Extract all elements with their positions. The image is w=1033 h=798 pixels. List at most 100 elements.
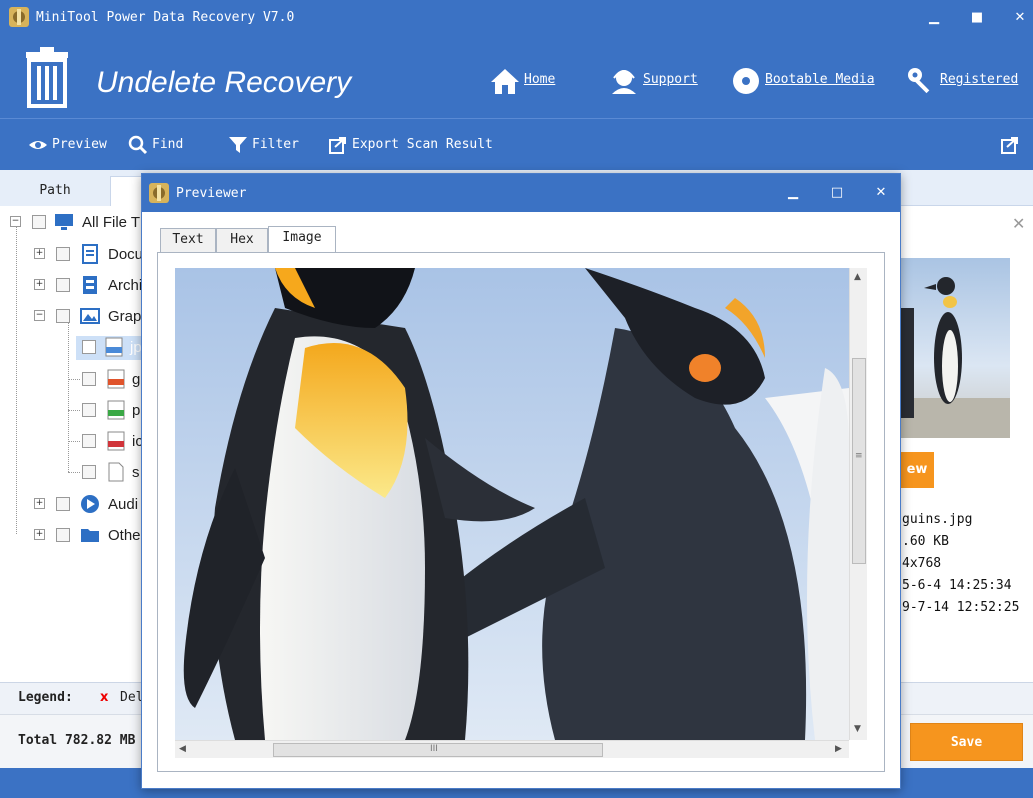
export-icon	[329, 137, 346, 154]
tree-checkbox[interactable]	[82, 372, 96, 386]
vertical-scrollbar[interactable]: ▲ ≡ ▼	[849, 268, 867, 740]
previewer-maximize-button[interactable]: □	[826, 182, 848, 204]
hscroll-grip: III	[430, 744, 438, 754]
filter-label[interactable]: Filter	[252, 137, 299, 152]
file-name-value: guins.jpg	[902, 512, 973, 527]
vertical-scroll-thumb[interactable]: ≡	[852, 358, 866, 564]
jpeg-file-icon	[105, 337, 123, 357]
tree-item-gif[interactable]: g	[80, 368, 145, 390]
png-file-icon	[107, 400, 125, 420]
preview-image	[175, 268, 849, 740]
tree-item-label: g	[132, 371, 141, 388]
expand-toggle[interactable]: +	[34, 498, 45, 509]
tree-checkbox[interactable]	[82, 434, 96, 448]
file-type-tree: − All File T + Docu + Archi − Grap jp g …	[0, 206, 145, 682]
scroll-right-arrow-icon[interactable]: ▶	[835, 744, 842, 754]
disc-icon	[733, 68, 759, 94]
tree-item-other[interactable]: + Othe	[34, 524, 145, 546]
scroll-grip: ≡	[855, 451, 863, 461]
tree-item-label: Othe	[108, 527, 141, 544]
previewer-title: Previewer	[176, 186, 247, 201]
maximize-button[interactable]: ■	[965, 6, 989, 30]
tree-checkbox[interactable]	[56, 309, 70, 323]
module-title: Undelete Recovery	[96, 66, 352, 99]
tab-image[interactable]: Image	[268, 226, 336, 252]
save-button[interactable]: Save	[910, 723, 1023, 761]
key-icon	[908, 68, 930, 94]
tree-item-jpg[interactable]: jp	[76, 336, 145, 360]
tree-checkbox[interactable]	[32, 215, 46, 229]
scroll-down-arrow-icon[interactable]: ▼	[854, 724, 861, 734]
preview-button-partial[interactable]: ew	[900, 452, 934, 488]
expand-toggle[interactable]: +	[34, 248, 45, 259]
modified-time-value: 9-7-14 12:52:25	[902, 600, 1020, 615]
tab-hex[interactable]: Hex	[216, 228, 268, 252]
previewer-close-button[interactable]: ✕	[870, 182, 892, 204]
tree-item-documents[interactable]: + Docu	[34, 243, 145, 265]
tree-item-label: Archi	[108, 277, 143, 294]
close-button[interactable]: ✕	[1008, 6, 1032, 30]
penguins-image	[175, 268, 849, 740]
tree-item-archives[interactable]: + Archi	[34, 274, 145, 296]
tree-root-label: All File T	[82, 214, 141, 231]
tree-item-label: Docu	[108, 246, 144, 263]
tree-checkbox[interactable]	[82, 403, 96, 417]
archive-icon	[83, 276, 97, 294]
minimize-button[interactable]: ▁	[922, 6, 946, 30]
export-label[interactable]: Export Scan Result	[352, 137, 493, 152]
tree-item-label: p	[132, 402, 141, 419]
tree-checkbox[interactable]	[56, 497, 70, 511]
preview-label[interactable]: Preview	[52, 137, 107, 152]
expand-toggle[interactable]: +	[34, 279, 45, 290]
nav-home-label[interactable]: Home	[524, 72, 555, 87]
gif-file-icon	[107, 369, 125, 389]
search-icon	[128, 135, 148, 155]
tree-item-audio[interactable]: + Audi	[34, 493, 145, 515]
expand-toggle[interactable]: +	[34, 529, 45, 540]
share-icon[interactable]	[1000, 135, 1020, 155]
file-info-panel: ✕ ew guins.jpg .60 KB 4x768 5-6-4 14:25:…	[900, 206, 1033, 682]
blank-file-icon	[108, 462, 124, 482]
legend-title: Legend:	[18, 690, 73, 705]
horizontal-scrollbar[interactable]: ◀ III ▶	[175, 740, 849, 758]
find-label[interactable]: Find	[152, 137, 183, 152]
collapse-toggle[interactable]: −	[34, 310, 45, 321]
tree-checkbox[interactable]	[82, 465, 96, 479]
collapse-toggle[interactable]: −	[10, 216, 21, 227]
title-bar: MiniTool Power Data Recovery V7.0 ▁ ■ ✕	[0, 0, 1033, 36]
trash-icon	[26, 47, 68, 108]
tree-item-other-graphics[interactable]: s	[80, 461, 145, 483]
support-icon	[612, 70, 636, 94]
graphics-icon	[80, 308, 100, 324]
toolbar: Preview Find Filter Export Scan Result	[0, 118, 1033, 170]
nav-bootable-media-label[interactable]: Bootable Media	[765, 72, 875, 87]
scroll-up-arrow-icon[interactable]: ▲	[854, 272, 861, 282]
app-logo-icon	[9, 7, 29, 27]
tree-item-graphics[interactable]: − Grap	[34, 305, 145, 327]
file-size-value: .60 KB	[902, 534, 949, 549]
tree-checkbox[interactable]	[56, 247, 70, 261]
tab-text[interactable]: Text	[160, 228, 216, 252]
tree-root[interactable]: − All File T	[10, 211, 145, 233]
tree-checkbox[interactable]	[56, 528, 70, 542]
tree-item-label: Audi	[108, 496, 139, 513]
legend-deleted-label: Del	[120, 690, 144, 705]
preview-content-area: ▲ ≡ ▼ ◀ III ▶	[157, 252, 885, 772]
nav-support-label[interactable]: Support	[643, 72, 698, 87]
scroll-left-arrow-icon[interactable]: ◀	[179, 744, 186, 754]
tab-path[interactable]: Path	[0, 176, 110, 206]
horizontal-scroll-thumb[interactable]: III	[273, 743, 603, 757]
tree-checkbox[interactable]	[82, 340, 96, 354]
dimensions-value: 4x768	[902, 556, 942, 571]
previewer-title-bar: Previewer ▁ □ ✕	[142, 174, 900, 212]
nav-registered-label[interactable]: Registered	[940, 72, 1018, 87]
tree-item-png[interactable]: p	[80, 399, 145, 421]
window-title: MiniTool Power Data Recovery V7.0	[36, 10, 295, 25]
tree-item-ico[interactable]: ic	[80, 430, 145, 452]
close-icon[interactable]: ✕	[1012, 214, 1025, 233]
computer-icon	[55, 214, 73, 230]
eye-icon	[29, 141, 47, 149]
tree-checkbox[interactable]	[56, 278, 70, 292]
audio-icon	[81, 495, 99, 513]
previewer-minimize-button[interactable]: ▁	[782, 182, 804, 204]
